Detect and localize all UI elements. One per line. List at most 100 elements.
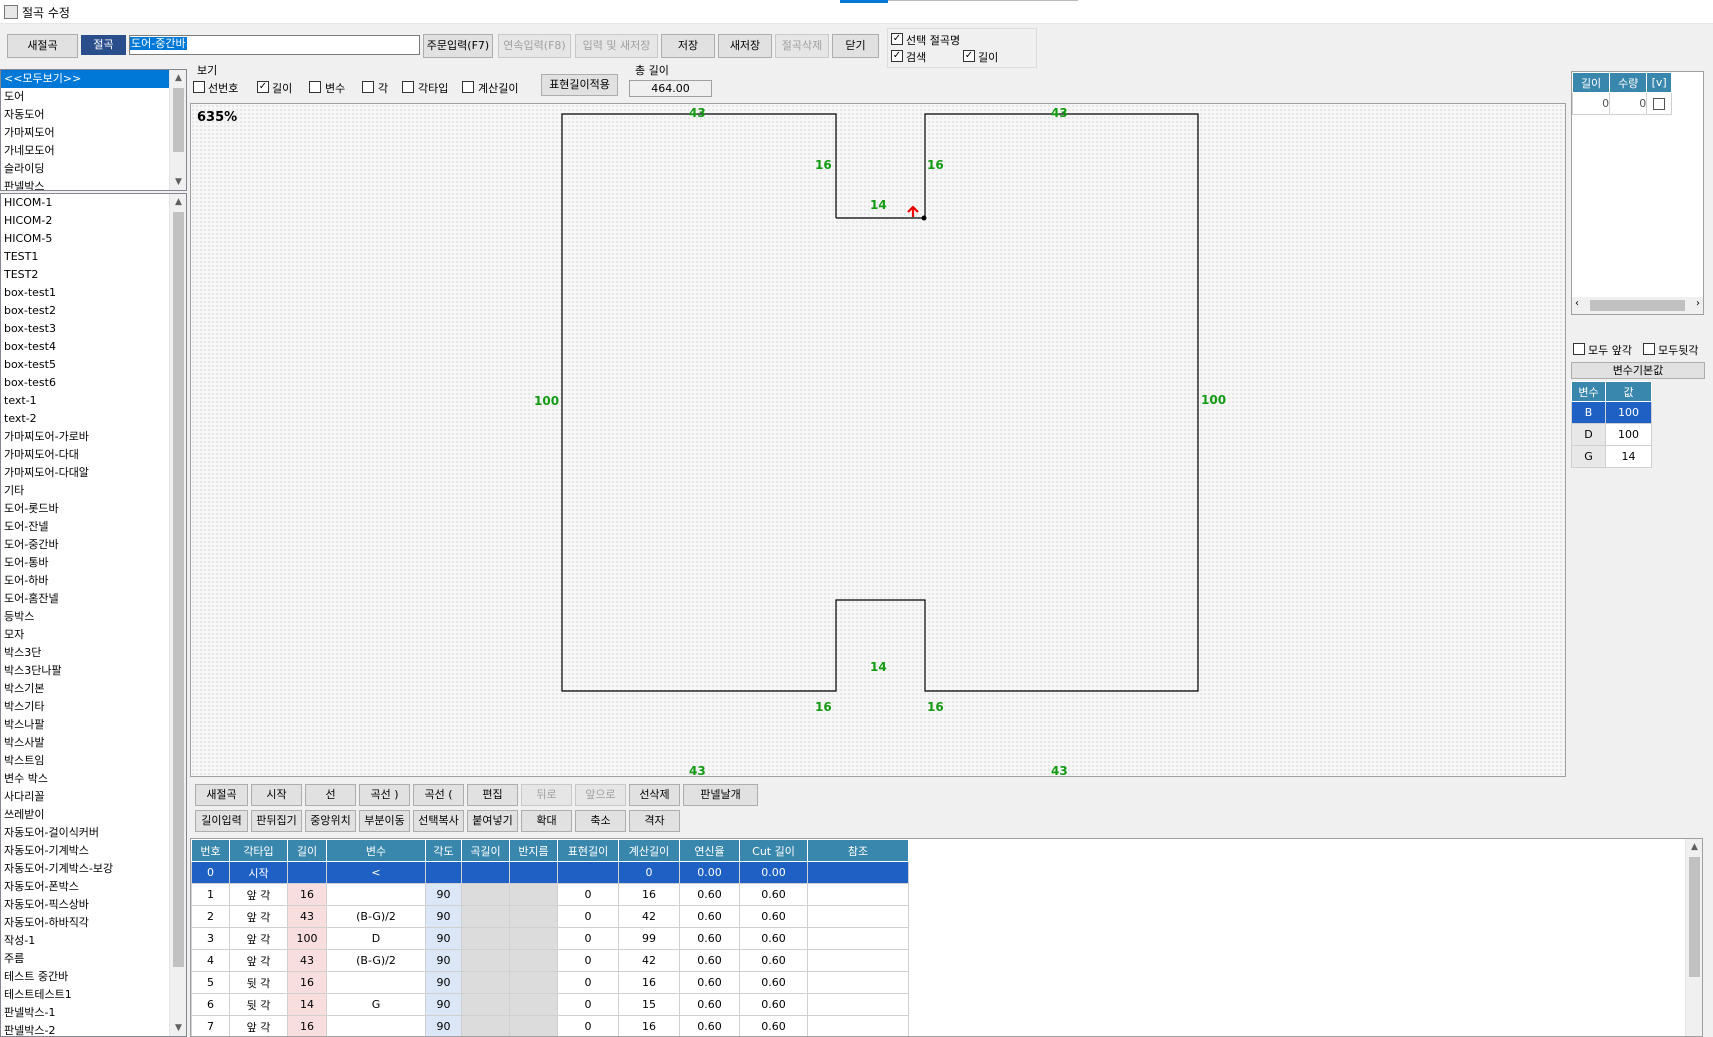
drawing-tool-button[interactable]: 곡선 ( (413, 784, 464, 806)
bend-list-item[interactable]: 판넬박스-2 (1, 1022, 186, 1036)
grid-cell[interactable]: (B-G)/2 (326, 905, 426, 928)
bend-list-item[interactable]: box-test6 (1, 374, 186, 392)
grid-cell[interactable]: 0 (557, 949, 619, 972)
drawing-tool-button[interactable]: 새절곡 (195, 784, 248, 806)
grid-cell[interactable]: 15 (618, 993, 680, 1016)
grid-cell[interactable] (326, 883, 426, 906)
category-item[interactable]: 슬라이딩 (1, 160, 186, 178)
scroll-down-icon[interactable]: ▼ (170, 1020, 186, 1036)
grid-column-header[interactable]: 반지름 (509, 839, 558, 862)
grid-cell[interactable]: 뒷 각 (229, 971, 288, 994)
grid-column-header[interactable]: 참조 (807, 839, 909, 862)
bend-list-item[interactable]: 자동도어-기계박스 (1, 842, 186, 860)
bend-list-item[interactable]: 박스트임 (1, 752, 186, 770)
drawing-tool-button[interactable]: 선 (305, 784, 356, 806)
new-bend-button[interactable]: 새절곡 (7, 34, 78, 58)
category-scrollbar[interactable]: ▲ ▼ (169, 70, 186, 190)
grid-cell[interactable]: 0.60 (739, 1015, 808, 1036)
grid-cell[interactable] (461, 1015, 510, 1036)
show-length-checkbox[interactable]: ✓ (257, 81, 269, 93)
variable-value[interactable]: 100 (1605, 423, 1652, 446)
grid-cell[interactable]: 0.60 (739, 927, 808, 950)
bend-list-item[interactable]: 테스트 중간바 (1, 968, 186, 986)
bend-list-item[interactable]: 변수 박스 (1, 770, 186, 788)
order-input-button[interactable]: 주문입력(F7) (423, 34, 493, 58)
bend-list-item[interactable]: 자동도어-픽스상바 (1, 896, 186, 914)
grid-cell[interactable]: 0 (191, 861, 230, 884)
grid-row[interactable]: 6뒷 각 14 G 90 0 15 0.60 0.60 (191, 993, 909, 1016)
grid-cell[interactable]: 앞 각 (229, 949, 288, 972)
drawing-tool-button[interactable]: 판뒤집기 (251, 810, 302, 832)
scroll-thumb[interactable] (173, 212, 184, 967)
bend-list-item[interactable]: 기타 (1, 482, 186, 500)
selected-name-checkbox[interactable]: ✓ (891, 33, 903, 45)
grid-cell[interactable]: 0 (557, 971, 619, 994)
grid-column-header[interactable]: 각도 (425, 839, 462, 862)
input-save-as-button[interactable]: 입력 및 새저장 (575, 34, 658, 58)
grid-cell[interactable] (509, 971, 558, 994)
grid-cell[interactable] (425, 861, 462, 884)
grid-cell[interactable]: 7 (191, 1015, 230, 1036)
bend-list-item[interactable]: 도어-롯드바 (1, 500, 186, 518)
bend-list-item[interactable]: 자동도어-걸이식커버 (1, 824, 186, 842)
grid-cell[interactable]: 90 (425, 971, 462, 994)
grid-cell[interactable]: 43 (287, 949, 327, 972)
item-scrollbar[interactable]: ▲ ▼ (169, 194, 186, 1036)
bend-list-item[interactable]: box-test2 (1, 302, 186, 320)
grid-cell[interactable]: 0.60 (739, 949, 808, 972)
grid-row[interactable]: 1앞 각 16 90 0 16 0.60 0.60 (191, 883, 909, 906)
grid-cell[interactable]: 0.60 (739, 883, 808, 906)
drawing-tool-button[interactable]: 곡선 ) (359, 784, 410, 806)
grid-cell[interactable]: 100 (287, 927, 327, 950)
save-new-button[interactable]: 새저장 (718, 34, 772, 58)
grid-cell[interactable]: 0.60 (679, 993, 740, 1016)
bend-list-item[interactable]: 도어-홈잔넬 (1, 590, 186, 608)
grid-row[interactable]: 7앞 각 16 90 0 16 0.60 0.60 (191, 1015, 909, 1036)
grid-cell[interactable]: 5 (191, 971, 230, 994)
drawing-tool-button[interactable]: 중앙위치 (305, 810, 356, 832)
bend-list-item[interactable]: 가마찌도어-다대 (1, 446, 186, 464)
drawing-tool-button[interactable]: 앞으로 (575, 784, 626, 806)
grid-cell[interactable]: 앞 각 (229, 927, 288, 950)
grid-cell[interactable]: 16 (618, 883, 680, 906)
horizontal-scrollbar[interactable]: ‹ › (1572, 297, 1703, 314)
grid-cell[interactable] (461, 993, 510, 1016)
scroll-down-icon[interactable]: ▼ (170, 174, 186, 190)
grid-cell[interactable]: 90 (425, 993, 462, 1016)
grid-cell[interactable] (807, 949, 909, 972)
bend-list-item[interactable]: 자동도어-기계박스-보강 (1, 860, 186, 878)
qty-cell[interactable]: 0 (1609, 92, 1648, 115)
category-item[interactable]: 판넬박스 (1, 178, 186, 190)
drawing-tool-button[interactable]: 선삭제 (629, 784, 680, 806)
bend-list-item[interactable]: 쓰레받이 (1, 806, 186, 824)
grid-cell[interactable]: 43 (287, 905, 327, 928)
length-qty-table[interactable]: 길이 수량 [v] 0 0 ‹ › (1571, 71, 1704, 315)
grid-column-header[interactable]: 연신율 (679, 839, 740, 862)
grid-row[interactable]: 0 시작 <0 0.00 0.00 (191, 861, 909, 884)
grid-cell[interactable] (807, 905, 909, 928)
grid-cell[interactable] (509, 905, 558, 928)
grid-row[interactable]: 3앞 각 100 D 90 0 99 0.60 0.60 (191, 927, 909, 950)
scroll-up-icon[interactable]: ▲ (1686, 839, 1702, 855)
grid-cell[interactable]: 16 (287, 883, 327, 906)
grid-cell[interactable]: 90 (425, 927, 462, 950)
grid-cell[interactable] (287, 861, 327, 884)
grid-cell[interactable]: 16 (287, 971, 327, 994)
bend-list-item[interactable]: box-test5 (1, 356, 186, 374)
grid-cell[interactable]: 0.60 (679, 1015, 740, 1036)
grid-cell[interactable] (807, 861, 909, 884)
bend-list-item[interactable]: 박스기타 (1, 698, 186, 716)
drawing-tool-button[interactable]: 부분이동 (359, 810, 410, 832)
grid-cell[interactable]: 0 (618, 861, 680, 884)
grid-column-header[interactable]: 곡길이 (461, 839, 510, 862)
drawing-tool-button[interactable]: 붙여넣기 (467, 810, 518, 832)
grid-cell[interactable] (461, 927, 510, 950)
variable-value[interactable]: 14 (1605, 445, 1652, 468)
bend-list-item[interactable]: HICOM-1 (1, 194, 186, 212)
grid-scrollbar[interactable]: ▲ (1685, 839, 1702, 1036)
bend-name-input[interactable]: 도어-중간바 (129, 35, 420, 55)
grid-cell[interactable] (509, 927, 558, 950)
grid-cell[interactable]: 1 (191, 883, 230, 906)
bend-list-item[interactable]: 박스3단나팔 (1, 662, 186, 680)
grid-cell[interactable] (807, 883, 909, 906)
